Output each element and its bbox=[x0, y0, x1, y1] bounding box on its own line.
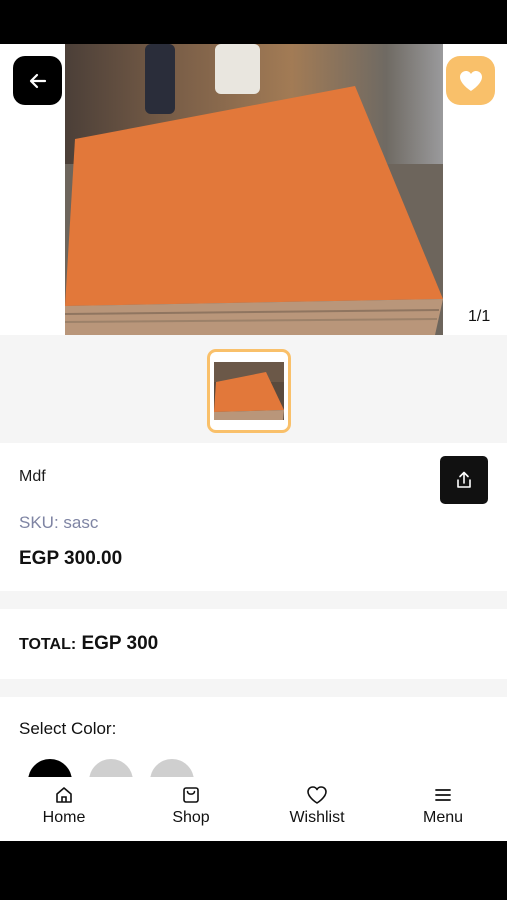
share-button[interactable] bbox=[440, 456, 488, 504]
total-section: TOTAL: EGP 300 bbox=[0, 609, 507, 679]
sku-line: SKU: sasc bbox=[19, 513, 98, 533]
menu-icon bbox=[435, 789, 451, 801]
nav-wishlist-label: Wishlist bbox=[289, 809, 345, 826]
total-line: TOTAL: EGP 300 bbox=[19, 633, 158, 655]
product-image[interactable] bbox=[65, 44, 443, 335]
total-label: TOTAL: bbox=[19, 636, 77, 653]
thumbnail-image bbox=[214, 362, 284, 420]
thumbnail-selected[interactable] bbox=[207, 349, 291, 433]
product-screen: 1/1 Mdf SKU: sasc EGP 300.00 TOTAL: EGP … bbox=[0, 44, 507, 841]
heart-icon bbox=[307, 786, 327, 804]
section-divider bbox=[0, 679, 507, 697]
nav-menu-label: Menu bbox=[422, 809, 464, 826]
image-counter: 1/1 bbox=[468, 308, 491, 325]
color-title: Select Color: bbox=[19, 719, 117, 738]
shopping-bag-icon bbox=[183, 787, 199, 803]
product-name: Mdf bbox=[19, 468, 46, 485]
thumbnail-graphic bbox=[214, 362, 284, 420]
thumbnail-strip bbox=[0, 335, 507, 443]
wood-board-graphic bbox=[65, 86, 443, 335]
section-divider bbox=[0, 591, 507, 609]
nav-home[interactable]: Home bbox=[14, 785, 114, 837]
product-price: EGP 300.00 bbox=[19, 548, 123, 569]
image-gallery: 1/1 bbox=[0, 44, 507, 335]
heart-icon bbox=[459, 70, 482, 91]
nav-shop-label: Shop bbox=[172, 809, 210, 826]
sku-label: SKU: bbox=[19, 513, 59, 532]
product-info: Mdf SKU: sasc EGP 300.00 bbox=[0, 443, 507, 591]
home-icon bbox=[56, 787, 72, 803]
arrow-left-icon bbox=[29, 73, 46, 88]
share-icon bbox=[457, 471, 471, 488]
wishlist-toggle-button[interactable] bbox=[446, 56, 495, 105]
nav-shop[interactable]: Shop bbox=[141, 785, 241, 837]
color-selector: Select Color: bbox=[0, 697, 507, 803]
sku-value: sasc bbox=[63, 513, 99, 532]
bottom-navigation: Home Shop Wishlist Menu bbox=[0, 777, 507, 841]
back-button[interactable] bbox=[13, 56, 62, 105]
nav-home-label: Home bbox=[42, 809, 86, 826]
nav-menu[interactable]: Menu bbox=[393, 785, 493, 837]
nav-wishlist[interactable]: Wishlist bbox=[267, 785, 367, 837]
total-value: EGP 300 bbox=[81, 633, 159, 654]
